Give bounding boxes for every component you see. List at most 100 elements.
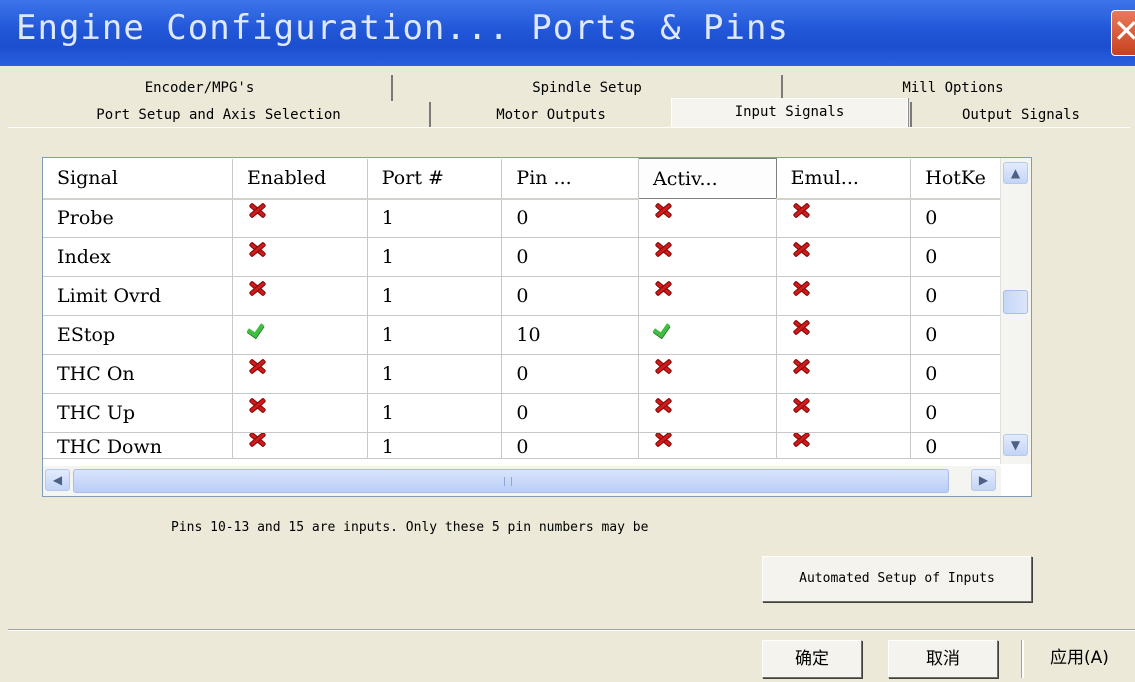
title-bar: Engine Configuration... Ports & Pins ✕	[0, 0, 1135, 66]
cell-pin[interactable]: 0	[501, 432, 639, 459]
cell-enabled[interactable]	[232, 315, 368, 355]
chevron-right-icon: ▶	[978, 473, 989, 487]
cell-enabled[interactable]	[232, 432, 368, 459]
tab-encoder-mpgs[interactable]: Encoder/MPG's	[8, 75, 393, 101]
cell-signal[interactable]: Limit Ovrd	[43, 276, 234, 316]
chevron-up-icon: ▲	[1010, 166, 1021, 180]
vertical-scrollbar[interactable]: ▲ ▼	[1000, 158, 1031, 464]
cell-pin[interactable]: 0	[501, 237, 639, 277]
horizontal-scrollbar[interactable]: ◀ ▶	[43, 466, 1001, 496]
input-signals-grid[interactable]: Signal Enabled Port # Pin ... Activ... E…	[42, 157, 1032, 497]
scroll-right-button[interactable]: ▶	[971, 469, 996, 491]
cell-active-low[interactable]	[638, 315, 777, 355]
cancel-button[interactable]: 取消	[888, 640, 998, 678]
tab-input-signals[interactable]: Input Signals	[671, 98, 908, 128]
cell-port[interactable]: 1	[367, 276, 503, 316]
scroll-down-button[interactable]: ▼	[1003, 434, 1028, 456]
cross-icon	[791, 240, 811, 258]
col-header-emulated[interactable]: Emul...	[776, 158, 912, 200]
col-header-enabled[interactable]: Enabled	[232, 158, 368, 200]
signals-body: Probe 1 0 0 Index 1 0 0 Limit Ovrd 1 0 0 EStop 1 10 0 TH…	[43, 198, 1031, 459]
tab-port-setup[interactable]: Port Setup and Axis Selection	[8, 102, 431, 128]
cell-emulated[interactable]	[776, 276, 912, 316]
cell-port[interactable]: 1	[367, 315, 503, 355]
table-row[interactable]: Index 1 0 0	[43, 237, 1031, 277]
cell-signal[interactable]: EStop	[43, 315, 234, 355]
table-row[interactable]: THC On 1 0 0	[43, 354, 1031, 394]
close-button[interactable]: ✕	[1111, 10, 1135, 56]
table-row[interactable]: Probe 1 0 0	[43, 198, 1031, 238]
divider	[8, 629, 1135, 631]
cell-active-low[interactable]	[638, 198, 777, 238]
table-row[interactable]: Limit Ovrd 1 0 0	[43, 276, 1031, 316]
header-row: Signal Enabled Port # Pin ... Activ... E…	[43, 158, 1031, 200]
check-icon	[653, 318, 673, 336]
cell-pin[interactable]: 10	[501, 315, 639, 355]
cell-port[interactable]: 1	[367, 393, 503, 433]
cell-signal[interactable]: THC Up	[43, 393, 234, 433]
automated-setup-button[interactable]: Automated Setup of Inputs	[762, 556, 1032, 602]
chevron-left-icon: ◀	[52, 473, 63, 487]
cross-icon	[247, 240, 267, 258]
cell-pin[interactable]: 0	[501, 276, 639, 316]
cell-pin[interactable]: 0	[501, 354, 639, 394]
cell-active-low[interactable]	[638, 276, 777, 316]
cell-enabled[interactable]	[232, 354, 368, 394]
cell-signal[interactable]: Probe	[43, 198, 234, 238]
table-row[interactable]: EStop 1 10 0	[43, 315, 1031, 355]
cell-active-low[interactable]	[638, 393, 777, 433]
cell-pin[interactable]: 0	[501, 198, 639, 238]
tab-output-signals[interactable]: Output Signals	[910, 102, 1130, 128]
cell-active-low[interactable]	[638, 354, 777, 394]
table-row[interactable]: THC Down 1 0 0	[43, 432, 1031, 459]
cell-emulated[interactable]	[776, 393, 912, 433]
cell-signal[interactable]: THC On	[43, 354, 234, 394]
cell-signal[interactable]: THC Down	[43, 432, 234, 459]
check-icon	[247, 318, 267, 336]
signals-table: Signal Enabled Port # Pin ... Activ... E…	[43, 158, 1031, 459]
cell-emulated[interactable]	[776, 432, 912, 459]
cell-signal[interactable]: Index	[43, 237, 234, 277]
apply-button[interactable]: 应用(A)	[1022, 640, 1135, 678]
cell-enabled[interactable]	[232, 198, 368, 238]
tab-motor-outputs[interactable]: Motor Outputs	[431, 102, 671, 128]
cell-emulated[interactable]	[776, 198, 912, 238]
col-header-port[interactable]: Port #	[367, 158, 503, 200]
vertical-scroll-thumb[interactable]	[1003, 290, 1028, 314]
cell-emulated[interactable]	[776, 315, 912, 355]
cell-active-low[interactable]	[638, 432, 777, 459]
col-header-active-low[interactable]: Activ...	[637, 158, 777, 199]
cell-port[interactable]: 1	[367, 354, 503, 394]
cell-emulated[interactable]	[776, 237, 912, 277]
chevron-down-icon: ▼	[1010, 438, 1021, 452]
cell-port[interactable]: 1	[367, 198, 503, 238]
cross-icon	[791, 318, 811, 336]
cross-icon	[791, 279, 811, 297]
close-icon: ✕	[1113, 12, 1135, 50]
window-title: Engine Configuration... Ports & Pins	[16, 8, 789, 48]
cell-port[interactable]: 1	[367, 432, 503, 459]
cell-enabled[interactable]	[232, 393, 368, 433]
cell-port[interactable]: 1	[367, 237, 503, 277]
horizontal-scroll-thumb[interactable]	[73, 469, 949, 493]
col-header-signal[interactable]: Signal	[43, 158, 234, 200]
cell-pin[interactable]: 0	[501, 393, 639, 433]
cell-enabled[interactable]	[232, 237, 368, 277]
cross-icon	[247, 396, 267, 414]
grip-icon	[504, 477, 512, 486]
cross-icon	[791, 357, 811, 375]
cross-icon	[247, 279, 267, 297]
scroll-up-button[interactable]: ▲	[1003, 162, 1028, 184]
cross-icon	[653, 279, 673, 297]
cross-icon	[653, 357, 673, 375]
table-row[interactable]: THC Up 1 0 0	[43, 393, 1031, 433]
scroll-left-button[interactable]: ◀	[45, 469, 70, 491]
cell-active-low[interactable]	[638, 237, 777, 277]
cell-emulated[interactable]	[776, 354, 912, 394]
ok-button[interactable]: 确定	[762, 640, 862, 678]
cross-icon	[653, 396, 673, 414]
col-header-pin[interactable]: Pin ...	[501, 158, 639, 200]
cross-icon	[653, 201, 673, 219]
cell-enabled[interactable]	[232, 276, 368, 316]
cross-icon	[653, 240, 673, 258]
